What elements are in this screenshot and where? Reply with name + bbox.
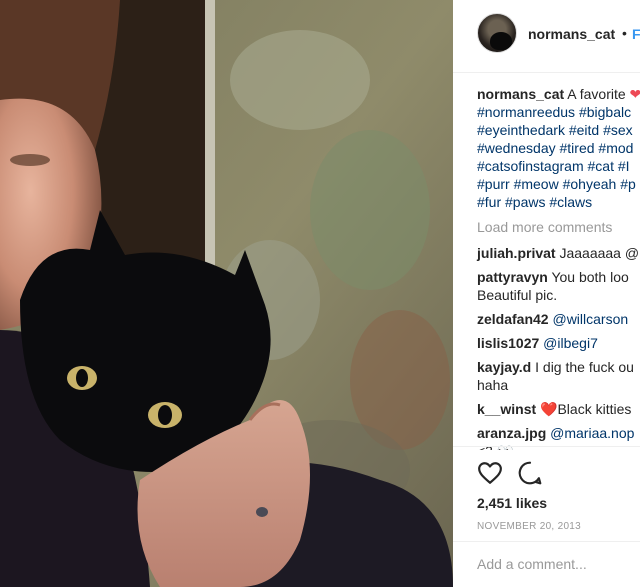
comment-username[interactable]: zeldafan42 (477, 311, 549, 327)
heart-emoji-icon: ❤️ (540, 401, 558, 417)
hashtag-line[interactable]: #purr #meow #ohyeah #p (477, 175, 636, 193)
hashtag-line[interactable]: #fur #paws #claws (477, 193, 592, 211)
hashtag-line[interactable]: #catsofinstagram #cat #I (477, 157, 630, 175)
comment-item: pattyravyn You both loo (477, 268, 629, 286)
comment-username[interactable]: kayjay.d (477, 359, 531, 375)
hashtag-line[interactable]: #normanreedus #bigbalc (477, 103, 631, 121)
comment-username[interactable]: juliah.privat (477, 245, 556, 261)
load-more-comments-button[interactable]: Load more comments (477, 218, 612, 236)
comment-text: Jaaaaaaa @ (559, 245, 640, 261)
add-comment-input[interactable] (477, 552, 637, 576)
follow-button[interactable]: F (632, 26, 640, 42)
post-side-panel: normans_cat • F normans_cat A favorite ❤… (453, 0, 640, 587)
comment-text-continued: haha (477, 377, 509, 393)
comment-item: aranza.jpg @mariaa.nop (477, 424, 634, 442)
caption-line: normans_cat A favorite ❤ (477, 85, 640, 103)
comment-bubble-icon[interactable] (517, 460, 543, 486)
comment-username[interactable]: lislis1027 (477, 335, 539, 351)
comment-username[interactable]: k__winst (477, 401, 536, 417)
comment-text-continued: Beautiful pic. (477, 287, 558, 303)
comment-item: kayjay.d I dig the fuck ou (477, 358, 634, 376)
avatar[interactable] (477, 13, 517, 53)
comment-mention[interactable]: @willcarson (552, 311, 628, 327)
comment-mention[interactable]: @ilbegi7 (543, 335, 598, 351)
comment-username[interactable]: pattyravyn (477, 269, 548, 285)
caption-text: A favorite (567, 86, 626, 102)
comment-item: juliah.privat Jaaaaaaa @ (477, 244, 639, 262)
comment-item: lislis1027 @ilbegi7 (477, 334, 598, 352)
comment-text: Black kitties (557, 401, 632, 417)
heart-emoji-icon: ❤ (629, 86, 640, 102)
comment-text: I dig the fuck ou (535, 359, 634, 375)
hashtag-line[interactable]: #wednesday #tired #mod (477, 139, 633, 157)
post-username-link[interactable]: normans_cat (528, 26, 615, 42)
comment-username[interactable]: aranza.jpg (477, 425, 546, 441)
comment-mention[interactable]: @mariaa.nop (550, 425, 634, 441)
heart-outline-icon[interactable] (477, 460, 503, 486)
post-actions: 2,451 likes NOVEMBER 20, 2013 (453, 446, 640, 578)
comment-item: zeldafan42 @willcarson (477, 310, 628, 328)
post-date: NOVEMBER 20, 2013 (477, 521, 582, 532)
post-header: normans_cat • F (453, 0, 640, 73)
caption-username[interactable]: normans_cat (477, 86, 564, 102)
divider (453, 446, 640, 447)
cat-photo-image (0, 0, 453, 587)
likes-count[interactable]: 2,451 likes (477, 495, 547, 511)
hashtag-line[interactable]: #eyeinthedark #eitd #sex (477, 121, 633, 139)
comment-item: k__winst ❤️Black kitties (477, 400, 631, 418)
post-photo[interactable] (0, 0, 453, 587)
separator-dot: • (622, 25, 627, 41)
comment-text: You both loo (551, 269, 629, 285)
add-comment-bar (453, 541, 640, 586)
